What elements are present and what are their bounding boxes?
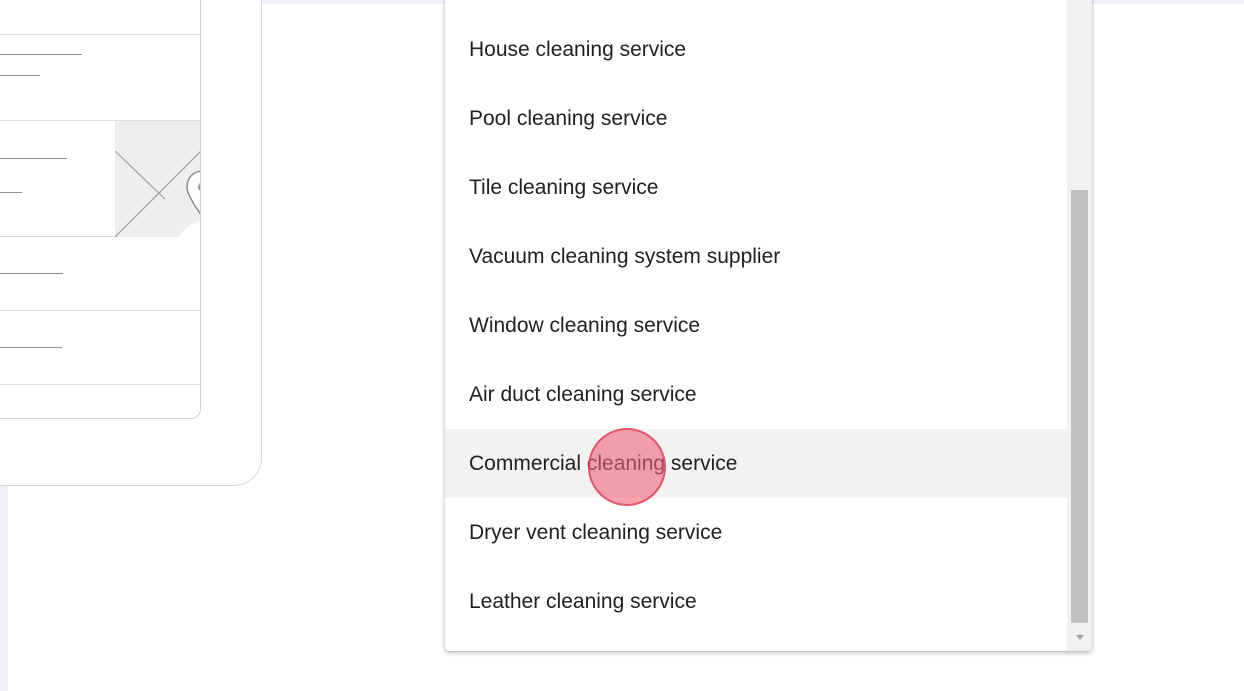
option-label: Dryer vent cleaning service: [469, 520, 723, 544]
phone-mockup: [0, 0, 262, 486]
option-label: Window cleaning service: [469, 313, 701, 337]
placeholder-row: [0, 237, 200, 311]
placeholder-row: [0, 385, 200, 418]
option-window-cleaning-service[interactable]: Window cleaning service: [445, 291, 1067, 360]
option-label: Leather cleaning service: [469, 589, 697, 613]
option-house-cleaning-service[interactable]: House cleaning service: [445, 15, 1067, 84]
category-dropdown-list[interactable]: House cleaning service Pool cleaning ser…: [445, 0, 1092, 651]
map-pin-icon: [115, 150, 200, 237]
option-vacuum-cleaning-system-supplier[interactable]: Vacuum cleaning system supplier: [445, 222, 1067, 291]
option-commercial-cleaning-service[interactable]: Commercial cleaning service: [445, 429, 1067, 498]
chevron-right-icon: [199, 68, 200, 81]
option-leather-cleaning-service[interactable]: Leather cleaning service: [445, 567, 1067, 636]
option-air-duct-cleaning-service[interactable]: Air duct cleaning service: [445, 360, 1067, 429]
option-label: Pool cleaning service: [469, 106, 668, 130]
placeholder-row: [0, 311, 200, 385]
placeholder-row: [0, 35, 200, 121]
option-label: House cleaning service: [469, 37, 687, 61]
dropdown-scrollbar[interactable]: [1067, 0, 1092, 651]
option-label: Air duct cleaning service: [469, 382, 697, 406]
option-dryer-vent-cleaning-service[interactable]: Dryer vent cleaning service: [445, 498, 1067, 567]
option-label: Vacuum cleaning system supplier: [469, 244, 781, 268]
click-indicator: [588, 428, 666, 506]
scroll-down-arrow-icon[interactable]: [1076, 635, 1084, 640]
placeholder-row: [0, 0, 200, 35]
placeholder-row-with-map: [0, 121, 200, 237]
scrollbar-thumb[interactable]: [1071, 190, 1088, 623]
phone-screen: [0, 0, 201, 419]
option-label: Tile cleaning service: [469, 175, 659, 199]
option-pool-cleaning-service[interactable]: Pool cleaning service: [445, 84, 1067, 153]
option-tile-cleaning-service[interactable]: Tile cleaning service: [445, 153, 1067, 222]
map-thumbnail: [115, 121, 200, 237]
